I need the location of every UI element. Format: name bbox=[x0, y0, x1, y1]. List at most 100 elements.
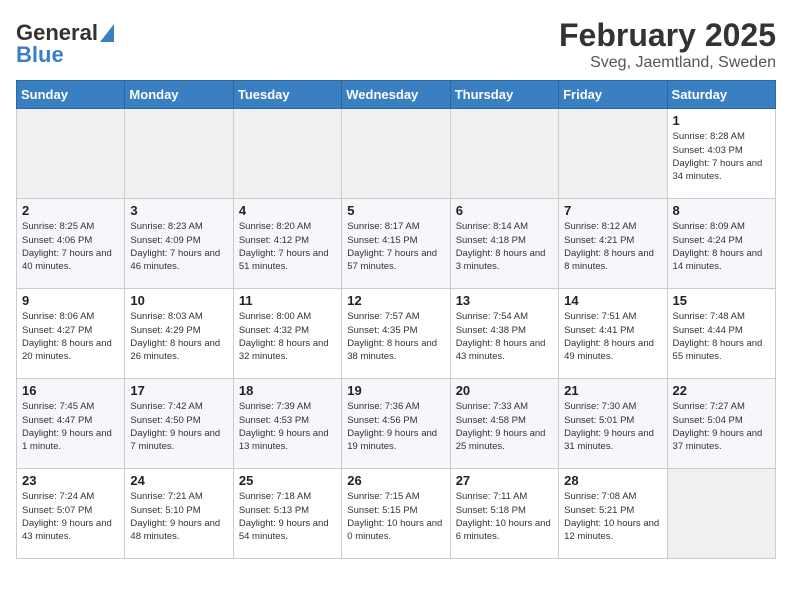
calendar-cell: 10 Sunrise: 8:03 AM Sunset: 4:29 PM Dayli… bbox=[125, 289, 233, 379]
calendar-cell: 5 Sunrise: 8:17 AM Sunset: 4:15 PM Daylig… bbox=[342, 199, 450, 289]
day-info: Sunrise: 7:21 AM Sunset: 5:10 PM Dayligh… bbox=[130, 490, 227, 543]
day-info: Sunrise: 7:39 AM Sunset: 4:53 PM Dayligh… bbox=[239, 400, 336, 453]
day-number: 10 bbox=[130, 293, 227, 308]
day-number: 26 bbox=[347, 473, 444, 488]
calendar-cell bbox=[17, 109, 125, 199]
day-info: Sunrise: 8:17 AM Sunset: 4:15 PM Dayligh… bbox=[347, 220, 444, 273]
day-info: Sunrise: 7:24 AM Sunset: 5:07 PM Dayligh… bbox=[22, 490, 119, 543]
day-number: 12 bbox=[347, 293, 444, 308]
day-number: 11 bbox=[239, 293, 336, 308]
calendar-cell bbox=[667, 469, 775, 559]
calendar-cell: 13 Sunrise: 7:54 AM Sunset: 4:38 PM Dayli… bbox=[450, 289, 558, 379]
calendar-cell: 16Sunrise: 7:45 AM Sunset: 4:47 PM Dayli… bbox=[17, 379, 125, 469]
logo-blue: Blue bbox=[16, 42, 64, 68]
day-number: 19 bbox=[347, 383, 444, 398]
calendar-cell: 6 Sunrise: 8:14 AM Sunset: 4:18 PM Daylig… bbox=[450, 199, 558, 289]
header-cell-wednesday: Wednesday bbox=[342, 81, 450, 109]
day-number: 14 bbox=[564, 293, 661, 308]
day-info: Sunrise: 7:36 AM Sunset: 4:56 PM Dayligh… bbox=[347, 400, 444, 453]
day-info: Sunrise: 8:03 AM Sunset: 4:29 PM Dayligh… bbox=[130, 310, 227, 363]
day-number: 1 bbox=[673, 113, 770, 128]
calendar-cell: 24 Sunrise: 7:21 AM Sunset: 5:10 PM Dayli… bbox=[125, 469, 233, 559]
header: General Blue February 2025 Sveg, Jaemtla… bbox=[16, 16, 776, 72]
day-number: 7 bbox=[564, 203, 661, 218]
calendar-cell: 8 Sunrise: 8:09 AM Sunset: 4:24 PM Daylig… bbox=[667, 199, 775, 289]
day-info: Sunrise: 8:25 AM Sunset: 4:06 PM Dayligh… bbox=[22, 220, 119, 273]
day-info: Sunrise: 8:14 AM Sunset: 4:18 PM Dayligh… bbox=[456, 220, 553, 273]
day-info: Sunrise: 7:08 AM Sunset: 5:21 PM Dayligh… bbox=[564, 490, 661, 543]
calendar-cell bbox=[342, 109, 450, 199]
header-cell-monday: Monday bbox=[125, 81, 233, 109]
day-info: Sunrise: 7:54 AM Sunset: 4:38 PM Dayligh… bbox=[456, 310, 553, 363]
day-number: 18 bbox=[239, 383, 336, 398]
calendar-cell: 27Sunrise: 7:11 AM Sunset: 5:18 PM Dayli… bbox=[450, 469, 558, 559]
day-number: 13 bbox=[456, 293, 553, 308]
calendar-cell: 25Sunrise: 7:18 AM Sunset: 5:13 PM Dayli… bbox=[233, 469, 341, 559]
calendar-cell: 9 Sunrise: 8:06 AM Sunset: 4:27 PM Daylig… bbox=[17, 289, 125, 379]
calendar-cell: 28 Sunrise: 7:08 AM Sunset: 5:21 PM Dayli… bbox=[559, 469, 667, 559]
calendar-week-1: 1 Sunrise: 8:28 AM Sunset: 4:03 PM Daylig… bbox=[17, 109, 776, 199]
calendar-week-5: 23 Sunrise: 7:24 AM Sunset: 5:07 PM Dayli… bbox=[17, 469, 776, 559]
day-info: Sunrise: 7:48 AM Sunset: 4:44 PM Dayligh… bbox=[673, 310, 770, 363]
day-number: 25 bbox=[239, 473, 336, 488]
day-info: Sunrise: 7:30 AM Sunset: 5:01 PM Dayligh… bbox=[564, 400, 661, 453]
calendar-header: SundayMondayTuesdayWednesdayThursdayFrid… bbox=[17, 81, 776, 109]
calendar-cell bbox=[559, 109, 667, 199]
calendar-cell: 3 Sunrise: 8:23 AM Sunset: 4:09 PM Daylig… bbox=[125, 199, 233, 289]
location-title: Sveg, Jaemtland, Sweden bbox=[559, 54, 776, 72]
header-cell-tuesday: Tuesday bbox=[233, 81, 341, 109]
calendar-cell bbox=[233, 109, 341, 199]
calendar-cell: 11 Sunrise: 8:00 AM Sunset: 4:32 PM Dayli… bbox=[233, 289, 341, 379]
calendar-cell: 12 Sunrise: 7:57 AM Sunset: 4:35 PM Dayli… bbox=[342, 289, 450, 379]
day-info: Sunrise: 7:33 AM Sunset: 4:58 PM Dayligh… bbox=[456, 400, 553, 453]
day-number: 20 bbox=[456, 383, 553, 398]
header-cell-friday: Friday bbox=[559, 81, 667, 109]
header-cell-saturday: Saturday bbox=[667, 81, 775, 109]
day-info: Sunrise: 8:28 AM Sunset: 4:03 PM Dayligh… bbox=[673, 130, 770, 183]
day-info: Sunrise: 8:23 AM Sunset: 4:09 PM Dayligh… bbox=[130, 220, 227, 273]
logo: General Blue bbox=[16, 20, 114, 68]
calendar-cell: 20 Sunrise: 7:33 AM Sunset: 4:58 PM Dayli… bbox=[450, 379, 558, 469]
title-area: February 2025 Sveg, Jaemtland, Sweden bbox=[559, 16, 776, 72]
header-cell-thursday: Thursday bbox=[450, 81, 558, 109]
calendar-cell: 22 Sunrise: 7:27 AM Sunset: 5:04 PM Dayli… bbox=[667, 379, 775, 469]
calendar-cell bbox=[125, 109, 233, 199]
calendar-cell: 1 Sunrise: 8:28 AM Sunset: 4:03 PM Daylig… bbox=[667, 109, 775, 199]
day-number: 16 bbox=[22, 383, 119, 398]
calendar-table: SundayMondayTuesdayWednesdayThursdayFrid… bbox=[16, 80, 776, 559]
calendar-body: 1 Sunrise: 8:28 AM Sunset: 4:03 PM Daylig… bbox=[17, 109, 776, 559]
day-info: Sunrise: 8:06 AM Sunset: 4:27 PM Dayligh… bbox=[22, 310, 119, 363]
calendar-week-4: 16Sunrise: 7:45 AM Sunset: 4:47 PM Dayli… bbox=[17, 379, 776, 469]
calendar-week-2: 2 Sunrise: 8:25 AM Sunset: 4:06 PM Daylig… bbox=[17, 199, 776, 289]
day-info: Sunrise: 8:12 AM Sunset: 4:21 PM Dayligh… bbox=[564, 220, 661, 273]
calendar-cell: 15 Sunrise: 7:48 AM Sunset: 4:44 PM Dayli… bbox=[667, 289, 775, 379]
day-number: 15 bbox=[673, 293, 770, 308]
day-number: 9 bbox=[22, 293, 119, 308]
day-number: 22 bbox=[673, 383, 770, 398]
day-number: 8 bbox=[673, 203, 770, 218]
day-number: 28 bbox=[564, 473, 661, 488]
day-info: Sunrise: 7:57 AM Sunset: 4:35 PM Dayligh… bbox=[347, 310, 444, 363]
header-row: SundayMondayTuesdayWednesdayThursdayFrid… bbox=[17, 81, 776, 109]
day-info: Sunrise: 7:15 AM Sunset: 5:15 PM Dayligh… bbox=[347, 490, 444, 543]
day-info: Sunrise: 8:09 AM Sunset: 4:24 PM Dayligh… bbox=[673, 220, 770, 273]
calendar-cell bbox=[450, 109, 558, 199]
day-number: 5 bbox=[347, 203, 444, 218]
calendar-cell: 4Sunrise: 8:20 AM Sunset: 4:12 PM Daylig… bbox=[233, 199, 341, 289]
day-number: 3 bbox=[130, 203, 227, 218]
day-info: Sunrise: 8:00 AM Sunset: 4:32 PM Dayligh… bbox=[239, 310, 336, 363]
day-number: 24 bbox=[130, 473, 227, 488]
day-info: Sunrise: 7:42 AM Sunset: 4:50 PM Dayligh… bbox=[130, 400, 227, 453]
day-number: 6 bbox=[456, 203, 553, 218]
day-number: 2 bbox=[22, 203, 119, 218]
calendar-cell: 23 Sunrise: 7:24 AM Sunset: 5:07 PM Dayli… bbox=[17, 469, 125, 559]
page-container: General Blue February 2025 Sveg, Jaemtla… bbox=[0, 0, 792, 569]
calendar-cell: 21 Sunrise: 7:30 AM Sunset: 5:01 PM Dayli… bbox=[559, 379, 667, 469]
day-info: Sunrise: 7:11 AM Sunset: 5:18 PM Dayligh… bbox=[456, 490, 553, 543]
day-info: Sunrise: 8:20 AM Sunset: 4:12 PM Dayligh… bbox=[239, 220, 336, 273]
day-info: Sunrise: 7:27 AM Sunset: 5:04 PM Dayligh… bbox=[673, 400, 770, 453]
day-number: 23 bbox=[22, 473, 119, 488]
day-number: 21 bbox=[564, 383, 661, 398]
calendar-cell: 7 Sunrise: 8:12 AM Sunset: 4:21 PM Daylig… bbox=[559, 199, 667, 289]
calendar-cell: 14Sunrise: 7:51 AM Sunset: 4:41 PM Dayli… bbox=[559, 289, 667, 379]
